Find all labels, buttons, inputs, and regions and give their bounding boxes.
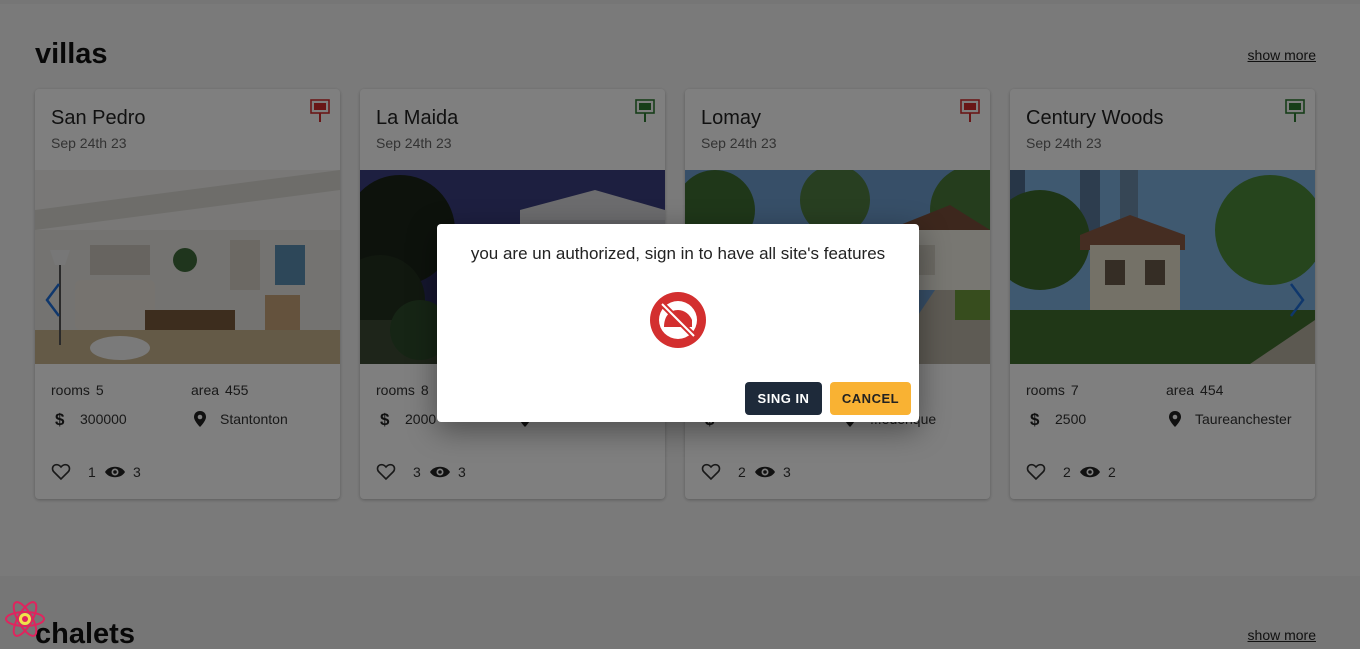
unauthorized-dialog: you are un authorized, sign in to have a… [437,224,919,422]
dialog-message: you are un authorized, sign in to have a… [470,244,886,263]
no-access-icon [650,292,706,348]
cancel-button[interactable]: CANCEL [830,382,911,415]
sign-in-button[interactable]: SING IN [745,382,822,415]
react-logo-icon[interactable] [4,598,46,640]
